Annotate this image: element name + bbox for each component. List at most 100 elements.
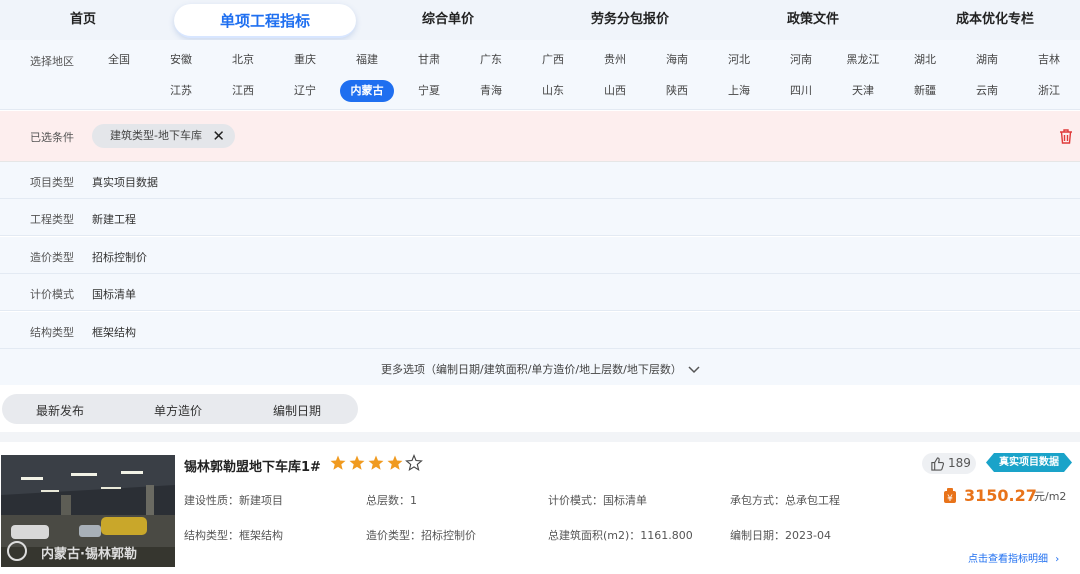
star-rating-icon bbox=[330, 454, 423, 471]
more-options-row: 更多选项（编制日期/建筑面积/单方造价/地上层数/地下层数） bbox=[0, 349, 1080, 385]
like-count: 189 bbox=[948, 456, 971, 470]
filter-row-project-type: 项目类型 真实项目数据 bbox=[0, 162, 1080, 199]
region-item[interactable]: 全国 bbox=[92, 49, 146, 71]
region-item[interactable]: 福建 bbox=[340, 49, 394, 71]
real-data-badge: 真实项目数据 bbox=[986, 453, 1072, 472]
region-item[interactable]: 山东 bbox=[526, 80, 580, 102]
region-item[interactable]: 广西 bbox=[526, 49, 580, 71]
region-item[interactable]: 安徽 bbox=[154, 49, 208, 71]
rating-stars bbox=[330, 454, 424, 476]
project-card[interactable]: 内蒙古·锡林郭勒 锡林郭勒盟地下车库1# 189 真实项目数据 建设性质：新建项… bbox=[0, 442, 1080, 574]
filter-row-engineering-type: 工程类型 新建工程 bbox=[0, 199, 1080, 236]
region-item[interactable]: 江西 bbox=[216, 80, 270, 102]
star-filled-icon bbox=[349, 455, 365, 470]
region-item[interactable]: 陕西 bbox=[650, 80, 704, 102]
tab-single-project-index[interactable]: 单项工程指标 bbox=[174, 4, 356, 38]
filter-label: 计价模式 bbox=[30, 288, 74, 301]
sort-latest[interactable]: 最新发布 bbox=[36, 402, 84, 419]
yen-price-icon: ¥ bbox=[944, 488, 956, 504]
region-item[interactable]: 上海 bbox=[712, 80, 766, 102]
tab-policy-docs[interactable]: 政策文件 bbox=[765, 0, 861, 40]
region-item[interactable]: 新疆 bbox=[898, 80, 952, 102]
region-item[interactable]: 黑龙江 bbox=[836, 49, 890, 71]
condition-chip-label: 建筑类型-地下车库 bbox=[110, 129, 202, 142]
meta-floors: 总层数：1 bbox=[366, 494, 417, 507]
filter-label: 结构类型 bbox=[30, 326, 74, 339]
view-detail-link[interactable]: 点击查看指标明细 › bbox=[968, 550, 1059, 565]
tab-cost-optimization[interactable]: 成本优化专栏 bbox=[940, 0, 1050, 40]
filter-row-pricing-mode: 计价模式 国标清单 bbox=[0, 274, 1080, 311]
filter-row-cost-type: 造价类型 招标控制价 bbox=[0, 237, 1080, 274]
star-filled-icon bbox=[330, 455, 346, 470]
close-icon[interactable]: ✕ bbox=[212, 124, 225, 148]
project-title[interactable]: 锡林郭勒盟地下车库1# bbox=[184, 456, 321, 475]
region-selector: 选择地区 全国 安徽 北京 重庆 福建 甘肃 广东 广西 贵州 海南 河北 河南 黑龙江 湖北 湖南 吉林江苏… bbox=[0, 40, 1080, 110]
selected-conditions-label: 已选条件 bbox=[30, 131, 74, 144]
star-empty-icon bbox=[405, 454, 423, 471]
project-thumbnail[interactable]: 内蒙古·锡林郭勒 bbox=[1, 455, 175, 567]
region-item[interactable]: 辽宁 bbox=[278, 80, 332, 102]
region-item[interactable]: 四川 bbox=[774, 80, 828, 102]
tab-labor-quote[interactable]: 劳务分包报价 bbox=[570, 0, 690, 40]
star-filled-icon bbox=[368, 455, 384, 470]
view-detail-label: 点击查看指标明细 bbox=[968, 554, 1048, 565]
tab-unit-price[interactable]: 综合单价 bbox=[400, 0, 496, 40]
sort-date[interactable]: 编制日期 bbox=[273, 402, 321, 419]
region-item[interactable]: 山西 bbox=[588, 80, 642, 102]
thumbs-up-icon bbox=[931, 457, 945, 471]
filter-label: 工程类型 bbox=[30, 213, 74, 226]
region-item[interactable]: 重庆 bbox=[278, 49, 332, 71]
unit-price-unit: 元/m2 bbox=[1034, 490, 1067, 503]
filter-value[interactable]: 框架结构 bbox=[92, 324, 136, 340]
region-item[interactable]: 广东 bbox=[464, 49, 518, 71]
trash-icon[interactable] bbox=[1058, 128, 1074, 145]
filter-label: 项目类型 bbox=[30, 176, 74, 189]
star-filled-icon bbox=[387, 455, 403, 470]
top-nav: 首页 单项工程指标 综合单价 劳务分包报价 政策文件 成本优化专栏 bbox=[0, 0, 1080, 40]
filter-label: 造价类型 bbox=[30, 251, 74, 264]
region-item[interactable]: 天津 bbox=[836, 80, 890, 102]
region-item[interactable]: 宁夏 bbox=[402, 80, 456, 102]
region-item[interactable]: 贵州 bbox=[588, 49, 642, 71]
region-item[interactable]: 浙江 bbox=[1022, 80, 1076, 102]
region-item[interactable]: 河南 bbox=[774, 49, 828, 71]
sort-unit-cost[interactable]: 单方造价 bbox=[154, 402, 202, 419]
region-item[interactable]: 青海 bbox=[464, 80, 518, 102]
region-label: 选择地区 bbox=[30, 55, 74, 68]
thumb-caption: 内蒙古·锡林郭勒 bbox=[41, 547, 137, 562]
svg-text:¥: ¥ bbox=[947, 494, 953, 504]
selected-conditions-bar: 已选条件 建筑类型-地下车库 ✕ bbox=[0, 111, 1080, 162]
chevron-down-icon bbox=[688, 366, 700, 374]
tab-home[interactable]: 首页 bbox=[40, 0, 126, 40]
like-button[interactable]: 189 bbox=[922, 453, 976, 474]
region-item[interactable]: 云南 bbox=[960, 80, 1014, 102]
region-item[interactable]: 北京 bbox=[216, 49, 270, 71]
region-item[interactable]: 吉林 bbox=[1022, 49, 1076, 71]
filter-row-structure-type: 结构类型 框架结构 bbox=[0, 312, 1080, 349]
unit-price: 3150.27 bbox=[964, 486, 1037, 505]
meta-date: 编制日期：2023-04 bbox=[730, 529, 831, 542]
more-options-toggle[interactable]: 更多选项（编制日期/建筑面积/单方造价/地上层数/地下层数） bbox=[381, 361, 701, 377]
filter-value[interactable]: 新建工程 bbox=[92, 211, 136, 227]
condition-chip[interactable]: 建筑类型-地下车库 ✕ bbox=[92, 124, 235, 148]
watermark-logo-icon bbox=[7, 541, 27, 561]
meta-contract: 承包方式：总承包工程 bbox=[730, 494, 840, 507]
region-item[interactable]: 甘肃 bbox=[402, 49, 456, 71]
meta-pricing-mode: 计价模式：国标清单 bbox=[548, 494, 647, 507]
sort-bar: 最新发布 单方造价 编制日期 bbox=[0, 386, 1080, 432]
filter-value[interactable]: 真实项目数据 bbox=[92, 174, 158, 190]
region-item[interactable]: 内蒙古 bbox=[340, 80, 394, 102]
more-options-label: 更多选项（编制日期/建筑面积/单方造价/地上层数/地下层数） bbox=[381, 363, 682, 376]
region-item[interactable]: 湖北 bbox=[898, 49, 952, 71]
meta-structure: 结构类型：框架结构 bbox=[184, 529, 283, 542]
region-item[interactable]: 河北 bbox=[712, 49, 766, 71]
region-item[interactable]: 海南 bbox=[650, 49, 704, 71]
meta-nature: 建设性质：新建项目 bbox=[184, 494, 283, 507]
meta-cost-type: 造价类型：招标控制价 bbox=[366, 529, 476, 542]
chevron-right-icon: › bbox=[1055, 554, 1060, 565]
filter-value[interactable]: 国标清单 bbox=[92, 286, 136, 302]
region-item[interactable]: 江苏 bbox=[154, 80, 208, 102]
filter-value[interactable]: 招标控制价 bbox=[92, 249, 147, 265]
divider bbox=[0, 432, 1080, 442]
region-item[interactable]: 湖南 bbox=[960, 49, 1014, 71]
